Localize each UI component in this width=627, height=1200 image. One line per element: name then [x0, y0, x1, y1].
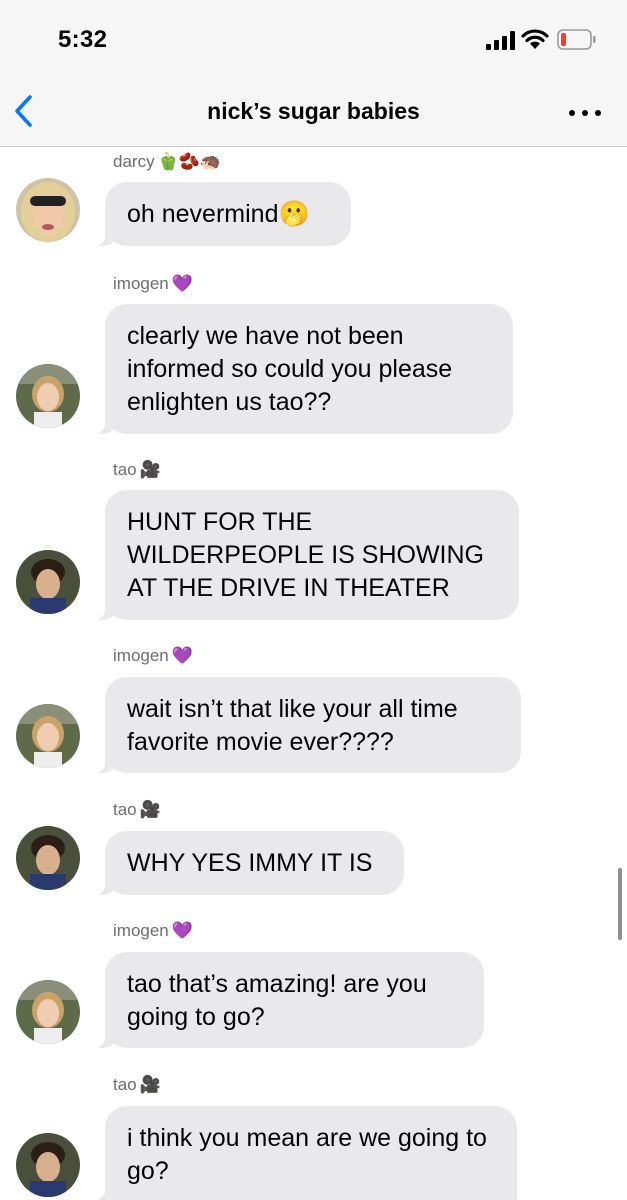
sender-emoji: 💜: [171, 646, 193, 665]
message-bubble[interactable]: WHY YES IMMY IT IS: [95, 831, 404, 895]
wifi-icon: [521, 29, 549, 49]
sender-emoji: 💜: [171, 274, 193, 293]
message-bubble[interactable]: wait isn’t that like your all time favor…: [95, 677, 521, 773]
message-bubble[interactable]: HUNT FOR THE WILDERPEOPLE IS SHOWING AT …: [95, 490, 519, 620]
message-bubble[interactable]: i think you mean are we going to go?: [95, 1106, 517, 1200]
sender-name: tao 🎥: [113, 800, 161, 819]
avatar[interactable]: [16, 550, 80, 614]
message-bubble[interactable]: clearly we have not been informed so cou…: [95, 304, 513, 434]
sender-emoji: 🫑🫘🦔: [157, 152, 222, 171]
sender-name: tao 🎥: [113, 460, 161, 479]
nav-bar: nick’s sugar babies: [0, 78, 627, 147]
avatar[interactable]: [16, 1133, 80, 1197]
message-bubble[interactable]: tao that’s amazing! are you going to go?: [95, 952, 484, 1048]
avatar[interactable]: [16, 364, 80, 428]
sender-emoji: 🎥: [139, 800, 161, 819]
sender-name: imogen 💜: [113, 646, 193, 665]
sender-name: imogen 💜: [113, 274, 193, 293]
avatar[interactable]: [16, 826, 80, 890]
avatar[interactable]: [16, 980, 80, 1044]
avatar[interactable]: [16, 704, 80, 768]
message-bubble[interactable]: oh nevermind🫢: [95, 182, 351, 246]
more-options-icon[interactable]: [569, 108, 603, 118]
sender-name: imogen 💜: [113, 921, 193, 940]
sender-name: tao 🎥: [113, 1075, 161, 1094]
status-time: 5:32: [58, 26, 108, 53]
conversation-title[interactable]: nick’s sugar babies: [0, 98, 627, 125]
cellular-signal-icon: [486, 30, 516, 50]
battery-low-icon: [557, 29, 596, 50]
sender-emoji: 💜: [171, 921, 193, 940]
sender-name: darcy 🫑🫘🦔: [113, 152, 222, 171]
sender-emoji: 🎥: [139, 460, 161, 479]
status-bar: 5:32: [0, 0, 627, 78]
sender-emoji: 🎥: [139, 1075, 161, 1094]
scrollbar[interactable]: [618, 868, 622, 940]
avatar[interactable]: [16, 178, 80, 242]
